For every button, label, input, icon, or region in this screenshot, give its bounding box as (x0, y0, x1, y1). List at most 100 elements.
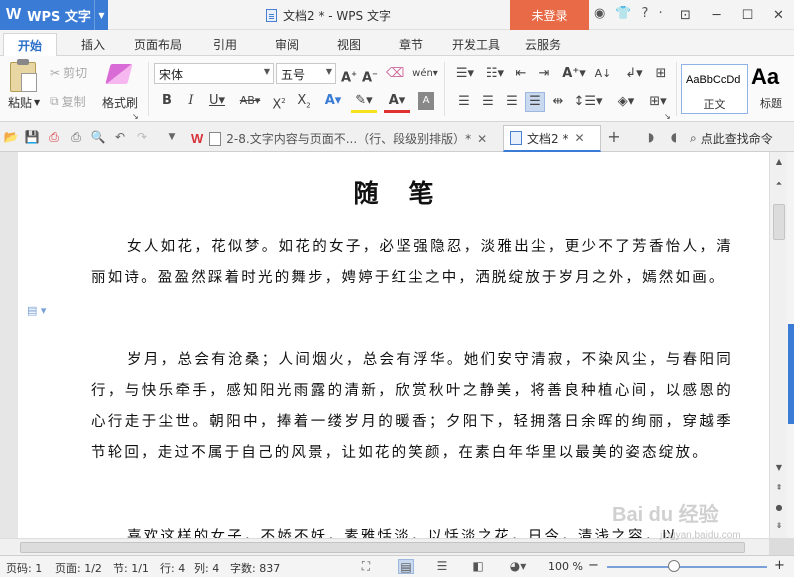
outline-view-icon[interactable]: ☰ (434, 559, 450, 574)
status-section[interactable]: 节: 1/1 (113, 560, 149, 576)
fullscreen-icon[interactable]: ⊡ (670, 0, 701, 30)
status-page-code[interactable]: 页码: 1 (6, 560, 42, 576)
paste-label[interactable]: 粘贴 ▼ (8, 94, 40, 111)
status-word-count[interactable]: 字数: 837 (230, 560, 280, 576)
grow-font-icon[interactable]: A+ (340, 65, 358, 87)
chevron-down-icon[interactable]: ▼ (94, 0, 108, 30)
scroll-thumb[interactable] (20, 542, 745, 553)
minimize-button[interactable]: ─ (701, 0, 732, 30)
scroll-top-icon[interactable]: ⏶ (773, 178, 785, 190)
web-view-icon[interactable]: ◧ (470, 559, 486, 574)
strikethrough-icon[interactable]: AB▾ (236, 92, 264, 110)
format-painter-icon[interactable] (105, 64, 133, 84)
help-icon[interactable]: ? (642, 6, 649, 21)
doc-tab-2[interactable]: 文档2 * ✕ (503, 125, 601, 152)
font-size-select[interactable]: 五号 ▼ (276, 63, 336, 84)
open-folder-icon[interactable]: 📂 (3, 129, 19, 145)
tab-page-layout[interactable]: 页面布局 (134, 36, 182, 53)
scroll-down-icon[interactable]: ▼ (773, 462, 785, 474)
line-spacing-icon[interactable]: ↕☰▾ (573, 93, 603, 111)
pinyin-icon[interactable]: wén▾ (410, 65, 440, 83)
redo-icon[interactable]: ↷ (134, 129, 150, 145)
tab-home[interactable]: 开始 (3, 33, 58, 57)
clear-format-icon[interactable]: ⌫ (386, 65, 404, 83)
close-icon[interactable]: ✕ (477, 132, 487, 146)
tab-chapter[interactable]: 章节 (399, 36, 423, 53)
app-menu-button[interactable]: W WPS 文字 ▼ (0, 0, 108, 30)
close-icon[interactable]: ✕ (574, 131, 584, 145)
text-effect-icon[interactable]: A▾ (322, 92, 344, 110)
tab-view[interactable]: 视图 (337, 36, 361, 53)
print-icon[interactable]: ⎙ (68, 129, 84, 145)
login-button[interactable]: 未登录 (510, 0, 589, 30)
status-page[interactable]: 页面: 1/2 (55, 560, 102, 576)
undo-icon[interactable]: ↶ (112, 129, 128, 145)
shrink-font-icon[interactable]: A− (361, 65, 379, 87)
table-icon[interactable]: ⊞ (652, 65, 670, 83)
underline-icon[interactable]: U▾ (205, 92, 229, 110)
bold-icon[interactable]: B (159, 92, 175, 110)
cut-button[interactable]: ✂ 剪切 (50, 64, 87, 81)
skin-icon[interactable]: ◉ (594, 6, 605, 21)
page-view-icon[interactable]: ▤ (398, 559, 414, 574)
save-icon[interactable]: 💾 (24, 129, 40, 145)
sort-icon[interactable]: A↓ (594, 65, 612, 83)
print-preview-icon[interactable]: 🔍 (90, 129, 106, 145)
vertical-scrollbar[interactable]: ▲ ⏶ ▼ ⇞ ● ⇟ (769, 152, 787, 538)
align-right-icon[interactable]: ☰ (503, 93, 521, 111)
align-left-icon[interactable]: ☰ (455, 93, 473, 111)
increase-indent-icon[interactable]: ⇥ (535, 65, 553, 83)
scroll-thumb[interactable] (773, 204, 785, 240)
shading-icon[interactable]: ◈▾ (612, 93, 640, 111)
copy-button[interactable]: ⧉ 复制 (50, 93, 86, 110)
font-name-select[interactable]: 宋体 ▼ (154, 63, 274, 84)
zoom-level[interactable]: 100 % (548, 560, 583, 573)
tab-references[interactable]: 引用 (213, 36, 237, 53)
italic-icon[interactable]: I (183, 92, 199, 110)
bullet-list-icon[interactable]: ☰▾ (452, 65, 478, 83)
horizontal-scrollbar[interactable] (0, 538, 769, 555)
paragraph-mark-icon[interactable]: ↲▾ (622, 65, 646, 83)
tab-cloud[interactable]: 云服务 (525, 36, 561, 53)
char-shading-icon[interactable]: A (418, 92, 434, 110)
select-browse-icon[interactable]: ● (773, 502, 785, 514)
style-normal[interactable]: AaBbCcDd 正文 (681, 64, 748, 114)
more-icon[interactable]: · (658, 6, 662, 21)
eye-protect-icon[interactable]: ◕▾ (506, 559, 530, 574)
subscript-icon[interactable]: X2 (295, 92, 313, 115)
zoom-in-icon[interactable]: + (774, 558, 785, 573)
close-button[interactable]: ✕ (763, 0, 794, 30)
document-page[interactable]: 随笔 女人如花，花似梦。如花的女子，必坚强隐忍，淡雅出尘，更少不了芳香怡人，清丽… (18, 152, 769, 538)
doc-tab-1[interactable]: W 2-8.文字内容与页面不...（行、段级别排版）* ✕ (185, 125, 500, 152)
search-command[interactable]: ⌕ 点此查找命令 (690, 130, 773, 147)
zoom-out-icon[interactable]: − (588, 558, 599, 573)
shirt-icon[interactable]: 👕 (615, 6, 631, 21)
maximize-button[interactable]: ☐ (732, 0, 763, 30)
export-pdf-icon[interactable]: ⎙ (46, 129, 62, 145)
font-color-icon[interactable]: A▾ (384, 92, 410, 113)
status-row[interactable]: 行: 4 (160, 560, 185, 576)
align-center-icon[interactable]: ☰ (479, 93, 497, 111)
zoom-slider-handle[interactable] (668, 560, 680, 572)
customize-toolbar-icon[interactable]: ▼ (164, 129, 180, 145)
side-panel-toggle[interactable] (788, 324, 794, 424)
superscript-icon[interactable]: X2 (270, 92, 288, 114)
decrease-indent-icon[interactable]: ⇤ (512, 65, 530, 83)
paragraph-layout-icon[interactable]: ▤ ▾ (27, 304, 46, 317)
highlight-icon[interactable]: ✎▾ (351, 92, 377, 113)
tab-insert[interactable]: 插入 (81, 36, 105, 53)
status-col[interactable]: 列: 4 (194, 560, 219, 576)
paste-button[interactable] (10, 59, 37, 92)
justify-icon[interactable]: ☰ (525, 92, 545, 112)
char-scale-icon[interactable]: A⁺▾ (561, 65, 587, 83)
prev-page-icon[interactable]: ⇞ (773, 482, 785, 494)
scroll-up-icon[interactable]: ▲ (773, 156, 785, 168)
fullscreen-icon[interactable]: ⛶ (358, 559, 374, 574)
tab-developer[interactable]: 开发工具 (452, 36, 500, 53)
tab-menu-icon[interactable]: ◖ (666, 129, 682, 145)
next-page-icon[interactable]: ⇟ (773, 520, 785, 532)
style-heading[interactable]: Aa 标题 (748, 64, 794, 114)
zoom-slider[interactable] (607, 566, 767, 568)
new-tab-icon[interactable]: + (606, 129, 622, 145)
distribute-icon[interactable]: ⇹ (549, 93, 567, 111)
